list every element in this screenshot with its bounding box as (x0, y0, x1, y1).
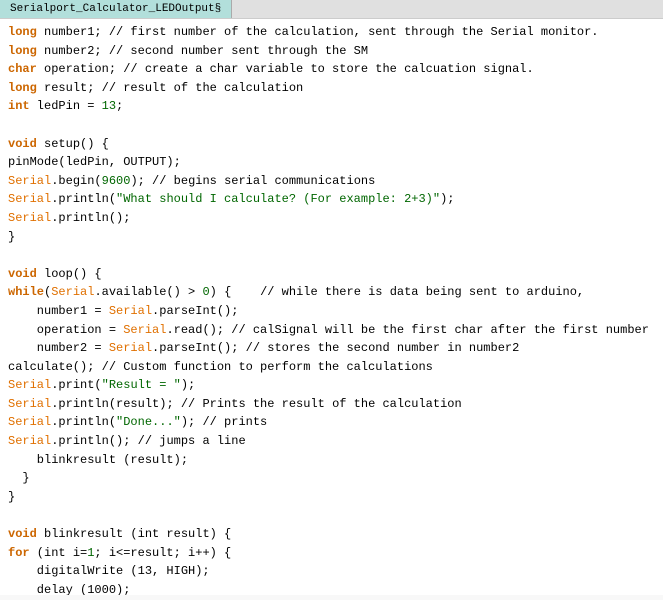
code-line: long result; // result of the calculatio… (8, 79, 655, 98)
code-line (8, 506, 655, 525)
active-tab[interactable]: Serialport_Calculator_LEDOutput§ (0, 0, 232, 18)
code-line: pinMode(ledPin, OUTPUT); (8, 153, 655, 172)
code-line: char operation; // create a char variabl… (8, 60, 655, 79)
code-line: Serial.print("Result = "); (8, 376, 655, 395)
code-line: } (8, 228, 655, 247)
code-area: long number1; // first number of the cal… (0, 19, 663, 595)
code-line: Serial.println(result); // Prints the re… (8, 395, 655, 414)
code-line (8, 246, 655, 265)
code-line: number2 = Serial.parseInt(); // stores t… (8, 339, 655, 358)
code-line: void blinkresult (int result) { (8, 525, 655, 544)
code-line: Serial.println(); // jumps a line (8, 432, 655, 451)
code-line: digitalWrite (13, HIGH); (8, 562, 655, 581)
code-line (8, 116, 655, 135)
code-line: long number1; // first number of the cal… (8, 23, 655, 42)
code-line: for (int i=1; i<=result; i++) { (8, 544, 655, 563)
code-line: blinkresult (result); (8, 451, 655, 470)
code-line: } (8, 469, 655, 488)
code-line: while(Serial.available() > 0) { // while… (8, 283, 655, 302)
tab-bar: Serialport_Calculator_LEDOutput§ (0, 0, 663, 19)
code-line: int ledPin = 13; (8, 97, 655, 116)
code-line: Serial.println("Done..."); // prints (8, 413, 655, 432)
code-line: Serial.println(); (8, 209, 655, 228)
code-line: long number2; // second number sent thro… (8, 42, 655, 61)
code-line: void loop() { (8, 265, 655, 284)
code-line: void setup() { (8, 135, 655, 154)
code-line: Serial.begin(9600); // begins serial com… (8, 172, 655, 191)
code-line: number1 = Serial.parseInt(); (8, 302, 655, 321)
code-line: operation = Serial.read(); // calSignal … (8, 321, 655, 340)
code-line: } (8, 488, 655, 507)
code-line: Serial.println("What should I calculate?… (8, 190, 655, 209)
code-line: delay (1000); (8, 581, 655, 595)
code-line: calculate(); // Custom function to perfo… (8, 358, 655, 377)
